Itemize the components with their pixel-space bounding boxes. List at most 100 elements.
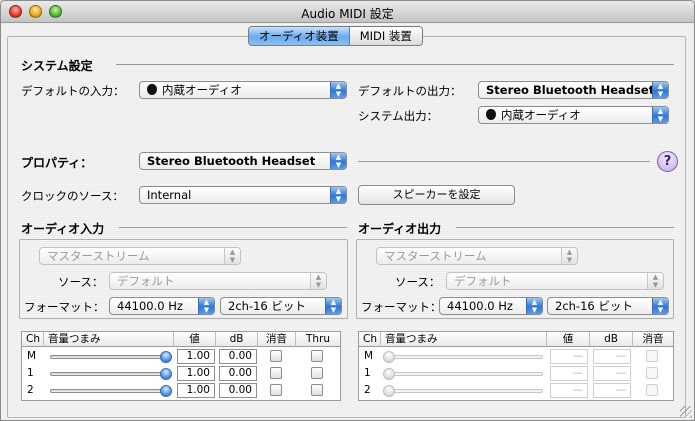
popup-arrows-icon: ▲ ▼ (330, 82, 346, 98)
system-output-label: システム出力： (358, 109, 439, 123)
audio-input-heading: オーディオ入力 (21, 222, 105, 236)
output-sample-rate-popup[interactable]: 44100.0 Hz ▲ ▼ (439, 297, 543, 315)
clock-source-popup[interactable]: Internal ▲ ▼ (139, 186, 347, 204)
system-output-value: 内蔵オーディオ (501, 108, 581, 122)
column-header-db: dB (216, 332, 258, 347)
column-header-ch: Ch (22, 332, 44, 347)
channel-db-field: — (593, 349, 631, 364)
channel-value-field: — (550, 366, 588, 381)
properties-label: プロパティ： (21, 156, 93, 170)
mute-checkbox (646, 350, 658, 362)
divider (116, 64, 674, 65)
default-input-popup[interactable]: 内蔵オーディオ ▲ ▼ (139, 81, 347, 99)
volume-slider-track[interactable] (50, 389, 170, 393)
volume-slider-track[interactable] (387, 372, 543, 376)
volume-slider-knob[interactable] (383, 368, 395, 380)
volume-slider-knob[interactable] (160, 368, 172, 380)
channel-db-field: — (593, 366, 631, 381)
audio-output-heading: オーディオ出力 (358, 222, 442, 236)
input-channels-table: Ch 音量つまみ 値 dB 消音 Thru M 1.00 0.00 1 1.00 0.00… (21, 331, 341, 401)
apple-icon (486, 109, 496, 120)
channel-value-field: — (550, 383, 588, 398)
popup-arrows-icon: ▲ ▼ (330, 153, 346, 169)
default-output-value: Stereo Bluetooth Headset (486, 83, 655, 97)
volume-slider-knob[interactable] (160, 385, 172, 397)
default-output-popup[interactable]: Stereo Bluetooth Headset ▲ ▼ (478, 81, 669, 99)
channel-label: M (364, 350, 374, 362)
output-bit-depth-popup[interactable]: 2ch-16 ビット ▲ ▼ (547, 297, 669, 315)
properties-device-value: Stereo Bluetooth Headset (147, 154, 316, 168)
popup-arrows-icon: ▲ ▼ (325, 298, 341, 314)
help-button[interactable]: ? (657, 151, 678, 172)
channel-value-field[interactable]: 1.00 (177, 349, 215, 364)
volume-slider-knob[interactable] (160, 351, 172, 363)
resize-grip-icon[interactable] (680, 406, 692, 418)
input-stream-popup[interactable]: マスターストリーム ▲ ▼ (39, 247, 241, 265)
system-settings-heading: システム設定 (21, 59, 93, 73)
channel-value-field[interactable]: 1.00 (177, 366, 215, 381)
default-input-value: 内蔵オーディオ (162, 83, 242, 97)
column-header-mute: 消音 (633, 332, 673, 347)
thru-checkbox[interactable] (311, 350, 323, 362)
column-header-value: 値 (547, 332, 590, 347)
input-source-label: ソース： (58, 275, 104, 289)
popup-arrows-icon: ▲ ▼ (652, 298, 668, 314)
channel-db-field[interactable]: 0.00 (219, 366, 257, 381)
divider (119, 227, 347, 228)
channel-db-field[interactable]: 0.00 (219, 383, 257, 398)
channel-value-field[interactable]: 1.00 (177, 383, 215, 398)
audio-midi-window: Audio MIDI 設定 オーディオ装置 MIDI 装置 システム設定 デフォ… (0, 0, 695, 421)
volume-slider-track[interactable] (50, 355, 170, 359)
output-source-label: ソース： (395, 275, 441, 289)
tab-midi-devices[interactable]: MIDI 装置 (349, 27, 422, 45)
output-source-value: デフォルト (454, 274, 512, 288)
column-header-mute: 消音 (258, 332, 296, 347)
volume-slider-knob[interactable] (383, 385, 395, 397)
tab-audio-devices[interactable]: オーディオ装置 (249, 27, 350, 45)
thru-checkbox[interactable] (311, 367, 323, 379)
default-output-label: デフォルトの出力： (358, 84, 462, 98)
channel-db-field[interactable]: 0.00 (219, 349, 257, 364)
audio-devices-panel: システム設定 デフォルトの入力： 内蔵オーディオ ▲ ▼ デフォルトの出力： St… (7, 36, 686, 418)
output-sample-rate-value: 44100.0 Hz (447, 299, 513, 313)
clock-source-value: Internal (147, 188, 192, 202)
configure-speakers-button[interactable]: スピーカーを設定 (358, 185, 515, 205)
input-bit-depth-value: 2ch-16 ビット (228, 299, 306, 313)
input-source-popup[interactable]: デフォルト ▲ ▼ (109, 272, 327, 290)
default-input-label: デフォルトの入力： (21, 84, 125, 98)
mute-checkbox (646, 384, 658, 396)
volume-slider-track[interactable] (50, 372, 170, 376)
properties-device-popup[interactable]: Stereo Bluetooth Headset ▲ ▼ (139, 152, 347, 170)
input-sample-rate-popup[interactable]: 44100.0 Hz ▲ ▼ (109, 297, 215, 315)
window-title: Audio MIDI 設定 (301, 7, 394, 21)
popup-arrows-icon: ▲ ▼ (224, 248, 240, 264)
input-sample-rate-value: 44100.0 Hz (117, 299, 183, 313)
output-source-popup[interactable]: デフォルト ▲ ▼ (446, 272, 664, 290)
volume-slider-track[interactable] (387, 355, 543, 359)
channel-label: 2 (364, 384, 371, 396)
output-format-label: フォーマット： (361, 300, 442, 314)
mute-checkbox[interactable] (270, 350, 282, 362)
input-bit-depth-popup[interactable]: 2ch-16 ビット ▲ ▼ (220, 297, 342, 315)
mute-checkbox[interactable] (270, 367, 282, 379)
output-channels-table: Ch 音量つまみ 値 dB 消音 M — — 1 — — 2 — — (358, 331, 674, 401)
popup-arrows-icon: ▲ ▼ (652, 82, 668, 98)
thru-checkbox[interactable] (311, 384, 323, 396)
output-stream-popup[interactable]: マスターストリーム ▲ ▼ (376, 247, 578, 265)
divider (456, 227, 674, 228)
column-header-volume: 音量つまみ (44, 332, 174, 347)
column-header-thru: Thru (296, 332, 340, 347)
column-header-volume: 音量つまみ (381, 332, 547, 347)
apple-icon (147, 84, 157, 95)
mute-checkbox[interactable] (270, 384, 282, 396)
volume-slider-track[interactable] (387, 389, 543, 393)
output-bit-depth-value: 2ch-16 ビット (555, 299, 633, 313)
popup-arrows-icon: ▲ ▼ (526, 298, 542, 314)
system-output-popup[interactable]: 内蔵オーディオ ▲ ▼ (478, 106, 669, 124)
output-stream-value: マスターストリーム (384, 249, 487, 263)
popup-arrows-icon: ▲ ▼ (330, 187, 346, 203)
audio-output-format-group: マスターストリーム ▲ ▼ ソース： デフォルト ▲ ▼ フォーマット： 44100… (356, 239, 674, 319)
title-bar[interactable]: Audio MIDI 設定 (1, 1, 694, 23)
channel-label: 1 (27, 367, 34, 379)
volume-slider-knob[interactable] (383, 351, 395, 363)
